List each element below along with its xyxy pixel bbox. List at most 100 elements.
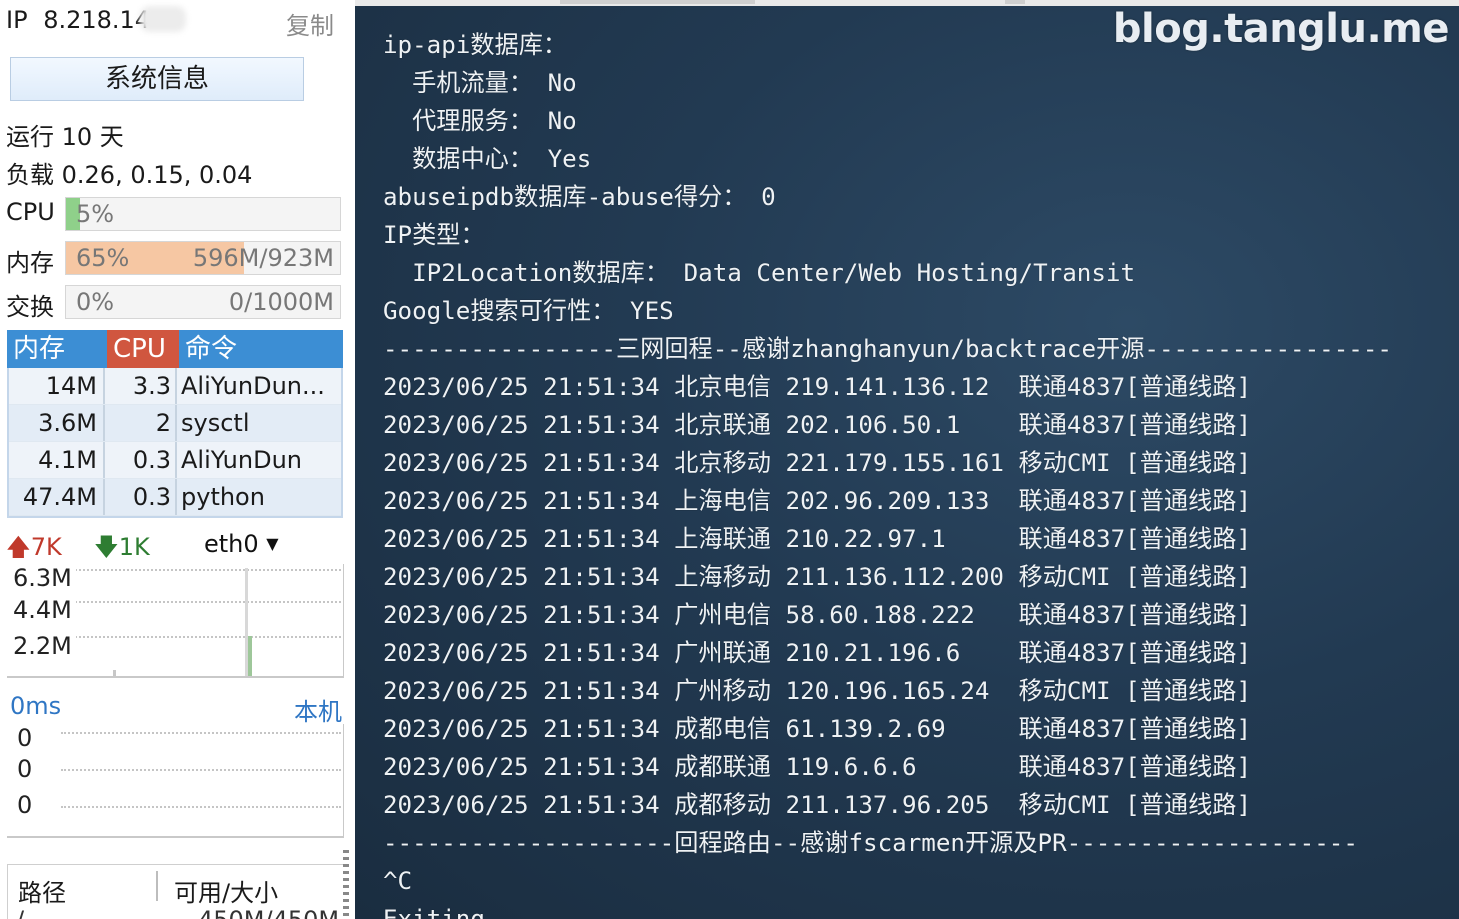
terminal-tab[interactable] (1005, 0, 1025, 4)
process-cpu: 0.3 (105, 479, 177, 515)
terminal-line: 2023/06/25 21:51:34 成都电信 61.139.2.69 联通4… (383, 715, 1252, 743)
swap-meter: 0% 0/1000M (65, 285, 341, 319)
traffic-spike (113, 670, 116, 676)
terminal-line: 2023/06/25 21:51:34 成都联通 119.6.6.6 联通483… (383, 753, 1252, 781)
chart-gridline (61, 732, 341, 734)
cpu-meter: 5% (65, 197, 341, 231)
disk-path: / (16, 906, 24, 919)
uptime-text: 运行 10 天 (6, 123, 124, 151)
terminal-line: abuseipdb数据库-abuse得分： 0 (383, 183, 776, 211)
process-command: AliYunDun... (181, 372, 325, 400)
terminal-line: 代理服务： No (383, 107, 577, 135)
terminal-tab[interactable] (560, 0, 755, 4)
terminal-line: 手机流量： No (383, 69, 577, 97)
command-header[interactable]: 命令 (179, 330, 343, 368)
sort-by-cpu-header[interactable]: CPU (107, 330, 179, 368)
terminal-line: 2023/06/25 21:51:34 广州移动 120.196.165.24 … (383, 677, 1252, 705)
upload-speed-value: 7K (30, 533, 62, 561)
latency-row: 0ms 本机 (10, 692, 342, 726)
table-row[interactable]: 3.6M 2 sysctl (9, 405, 341, 442)
swap-meter-amount: 0/1000M (228, 288, 334, 316)
network-scale-label: 4.4M (13, 596, 76, 624)
terminal-line: 2023/06/25 21:51:34 北京联通 202.106.50.1 联通… (383, 411, 1252, 439)
memory-meter-amount: 596M/923M (192, 244, 334, 272)
memory-meter-label: 内存 (6, 249, 54, 277)
chart-gridline (61, 806, 341, 808)
latency-value: 0ms (10, 692, 62, 720)
network-scale-label: 2.2M (13, 632, 76, 660)
ip-label: IP (6, 6, 28, 34)
column-divider (156, 871, 158, 901)
latency-chart: 0 0 0 (7, 724, 344, 838)
system-info-button[interactable]: 系统信息 (10, 57, 304, 101)
network-speed-row: 🡅7K 🡇1K eth0 ▼ (6, 530, 342, 564)
terminal-line: IP2Location数据库： Data Center/Web Hosting/… (383, 259, 1136, 287)
chart-gridline (61, 769, 341, 771)
latency-scale-label: 0 (17, 724, 33, 752)
swap-meter-percent: 0% (76, 288, 115, 316)
latency-scale-label: 0 (17, 791, 33, 819)
table-row[interactable]: 14M 3.3 AliYunDun... (9, 368, 341, 405)
process-cpu: 2 (105, 405, 177, 441)
terminal-line: 2023/06/25 21:51:34 广州联通 210.21.196.6 联通… (383, 639, 1252, 667)
process-memory: 14M (9, 368, 105, 404)
cpu-meter-label: CPU (6, 198, 55, 226)
process-table-header: 内存 CPU 命令 (7, 330, 343, 368)
network-scale-label: 6.3M (13, 564, 76, 592)
process-command: python (181, 483, 265, 511)
terminal-line: 2023/06/25 21:51:34 成都移动 211.137.96.205 … (383, 791, 1252, 819)
process-memory: 47.4M (9, 479, 105, 515)
terminal-output: ip-api数据库： 手机流量： No 代理服务： No 数据中心： Yes ab… (383, 26, 1392, 919)
terminal-line: --------------------回程路由--感谢fscarmen开源及P… (383, 829, 1358, 857)
terminal-line: ----------------三网回程--感谢zhanghanyun/back… (383, 335, 1392, 363)
terminal-line: 数据中心： Yes (383, 145, 592, 173)
terminal-line: ^C (383, 867, 413, 895)
terminal-line: 2023/06/25 21:51:34 广州电信 58.60.188.222 联… (383, 601, 1252, 629)
caret-down-icon: ▼ (266, 534, 279, 553)
terminal-line: ip-api数据库： (383, 31, 568, 59)
process-cpu: 3.3 (105, 368, 177, 404)
disk-size-header: 可用/大小 (174, 879, 279, 907)
download-speed-value: 1K (118, 533, 150, 561)
latency-target-link[interactable]: 本机 (294, 692, 342, 727)
ip-value: 8.218.14 (43, 6, 151, 34)
ip-address: IP 8.218.14 (6, 6, 150, 34)
process-memory: 3.6M (9, 405, 105, 441)
terminal-line: Exiting... (383, 905, 529, 919)
arrow-down-icon: 🡇 (94, 533, 119, 561)
disk-size: 450M/450M (198, 906, 339, 919)
cpu-meter-percent: 5% (76, 200, 115, 228)
chart-gridline (63, 636, 341, 638)
memory-meter-percent: 65% (76, 244, 130, 272)
network-chart: 6.3M 4.4M 2.2M (7, 564, 344, 678)
terminal-line: 2023/06/25 21:51:34 上海移动 211.136.112.200… (383, 563, 1252, 591)
copy-ip-button[interactable]: 复制 (286, 6, 334, 41)
process-command: AliYunDun (181, 446, 302, 474)
chart-gridline (63, 601, 341, 603)
interface-name: eth0 (204, 530, 259, 558)
chart-gridline (63, 569, 341, 571)
terminal-window[interactable]: blog.tanglu.me ip-api数据库： 手机流量： No 代理服务：… (355, 0, 1459, 919)
memory-meter: 65% 596M/923M (65, 241, 341, 275)
table-row[interactable]: 4.1M 0.3 AliYunDun (9, 442, 341, 479)
sort-by-memory-header[interactable]: 内存 (7, 330, 107, 368)
terminal-line: 2023/06/25 21:51:34 上海电信 202.96.209.133 … (383, 487, 1252, 515)
terminal-line: 2023/06/25 21:51:34 上海联通 210.22.97.1 联通4… (383, 525, 1252, 553)
arrow-up-icon: 🡅 (6, 533, 31, 561)
disk-path-header: 路径 (18, 879, 66, 907)
process-memory: 4.1M (9, 442, 105, 478)
interface-dropdown[interactable]: eth0 ▼ (204, 530, 279, 558)
load-average-text: 负载 0.26, 0.15, 0.04 (6, 161, 253, 189)
table-row[interactable]: 47.4M 0.3 python (9, 479, 341, 516)
process-command: sysctl (181, 409, 250, 437)
process-cpu: 0.3 (105, 442, 177, 478)
swap-meter-label: 交换 (6, 293, 54, 321)
terminal-line: Google搜索可行性： YES (383, 297, 674, 325)
ip-redaction (140, 6, 186, 32)
traffic-spike (248, 636, 252, 676)
terminal-line: IP类型： (383, 221, 485, 249)
terminal-line: 2023/06/25 21:51:34 北京电信 219.141.136.12 … (383, 373, 1252, 401)
panel-scrollbar[interactable] (343, 850, 349, 919)
process-table: 14M 3.3 AliYunDun... 3.6M 2 sysctl 4.1M … (7, 368, 343, 518)
server-status-panel: IP 8.218.14 复制 系统信息 运行 10 天 负载 0.26, 0.1… (0, 0, 352, 919)
